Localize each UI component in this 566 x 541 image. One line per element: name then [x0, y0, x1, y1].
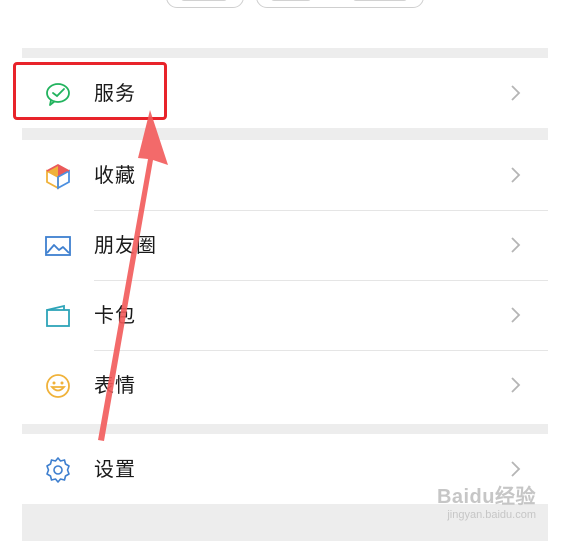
menu-item-card-wallet[interactable]: 卡包	[22, 280, 548, 350]
favorites-cube-icon	[44, 162, 72, 190]
highlight-box	[13, 62, 167, 120]
chevron-right-icon	[511, 167, 521, 183]
watermark-url: jingyan.baidu.com	[447, 509, 536, 521]
chevron-right-icon	[511, 237, 521, 253]
menu-item-label: 设置	[94, 457, 136, 481]
settings-gear-icon	[44, 456, 72, 484]
status-pill-right[interactable]	[256, 0, 424, 8]
menu-item-label: 表情	[94, 373, 136, 397]
card-wallet-icon	[44, 302, 72, 330]
watermark-brand: Baidu经验	[436, 486, 536, 508]
chevron-right-icon	[511, 307, 521, 323]
me-menu-panel: 服务 收藏 朋友圈 卡包 表情 设置	[22, 48, 548, 541]
main-group: 收藏 朋友圈 卡包 表情	[22, 140, 548, 424]
sticker-smile-icon	[44, 372, 72, 400]
chevron-right-icon	[511, 461, 521, 477]
menu-item-label: 收藏	[94, 163, 136, 187]
menu-item-favorites[interactable]: 收藏	[22, 140, 548, 210]
top-cropped-toolbar	[0, 0, 566, 8]
menu-item-stickers[interactable]: 表情	[22, 350, 548, 420]
chevron-right-icon	[511, 377, 521, 393]
status-pill-left[interactable]	[166, 0, 244, 8]
chevron-right-icon	[511, 85, 521, 101]
menu-item-moments[interactable]: 朋友圈	[22, 210, 548, 280]
menu-item-label: 朋友圈	[94, 233, 157, 257]
baidu-watermark: Baidu经验 jingyan.baidu.com	[437, 480, 536, 521]
menu-item-label: 卡包	[94, 303, 136, 327]
moments-picture-icon	[44, 232, 72, 260]
